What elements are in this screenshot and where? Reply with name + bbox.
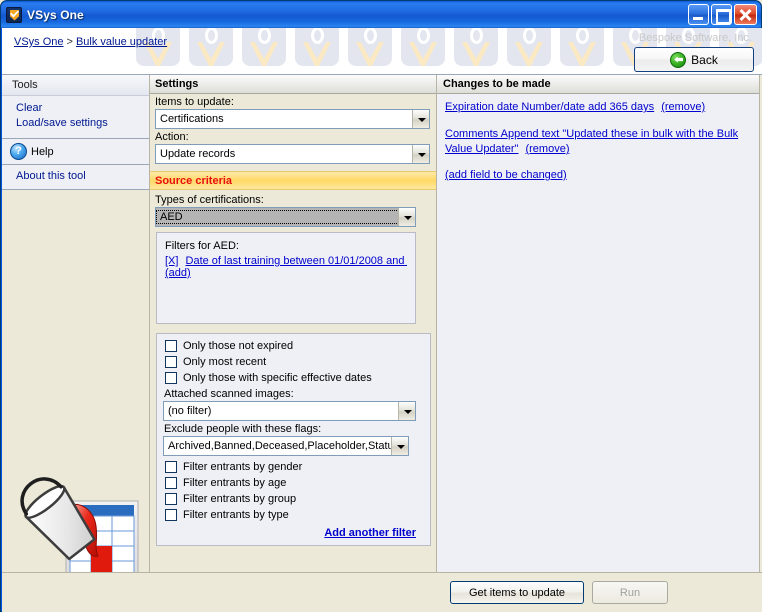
back-button[interactable]: Back: [634, 47, 754, 72]
breadcrumb-separator: >: [66, 36, 73, 48]
checkbox-label: Filter entrants by group: [183, 493, 297, 505]
checkbox-filter-by-gender[interactable]: [165, 461, 177, 473]
exclude-flags-label: Exclude people with these flags:: [164, 423, 322, 435]
checkbox-row-filter-by-age[interactable]: Filter entrants by age: [163, 475, 422, 491]
tools-links: Clear Load/save settings: [2, 96, 149, 138]
chevron-down-icon: [412, 110, 429, 128]
checkbox-filter-by-age[interactable]: [165, 477, 177, 489]
source-criteria-label: Source criteria: [155, 174, 233, 187]
types-of-certifications-label: Types of certifications:: [155, 194, 264, 206]
action-label: Action:: [155, 131, 189, 143]
change-remove-link[interactable]: (remove): [661, 101, 705, 113]
items-to-update-select[interactable]: Certifications: [155, 109, 430, 129]
chevron-down-icon: [412, 145, 429, 163]
add-field-to-be-changed-link[interactable]: (add field to be changed): [445, 169, 567, 181]
action-value: Update records: [160, 148, 236, 160]
checkbox-label: Filter entrants by type: [183, 509, 289, 521]
sidebar-link-load-save-settings[interactable]: Load/save settings: [16, 116, 139, 131]
changes-list: Expiration date Number/date add 365 days…: [437, 94, 762, 187]
help-label: Help: [31, 145, 54, 158]
footer-bar: Get items to update Run: [2, 572, 762, 612]
checkbox-label: Filter entrants by age: [183, 477, 287, 489]
filter-description-link[interactable]: Date of last training between 01/01/2008…: [186, 255, 407, 267]
sidebar: Tools Clear Load/save settings ? Help Ab…: [2, 74, 150, 612]
title-bar: VSys One: [1, 1, 761, 28]
exclude-flags-value: Archived,Banned,Deceased,Placeholder,Sta…: [168, 440, 391, 452]
checkbox-label: Filter entrants by gender: [183, 461, 303, 473]
checkbox-filter-by-type[interactable]: [165, 509, 177, 521]
add-another-filter-row: Add another filter: [163, 523, 422, 543]
close-button[interactable]: [734, 4, 757, 25]
run-button[interactable]: Run: [592, 581, 668, 604]
checkbox-row-only-most-recent[interactable]: Only most recent: [163, 354, 422, 370]
change-entry: Expiration date Number/date add 365 days…: [445, 100, 754, 115]
checkbox-row-only-not-expired[interactable]: Only those not expired: [163, 338, 422, 354]
checkbox-row-filter-by-gender[interactable]: Filter entrants by gender: [163, 459, 422, 475]
items-to-update-label: Items to update:: [155, 96, 234, 108]
filter-add-row: (add): [165, 267, 407, 279]
application-window: VSys One VSys One > Bulk value updater B…: [0, 0, 762, 612]
change-description-link[interactable]: Expiration date Number/date add 365 days: [445, 101, 654, 113]
types-of-certifications-select[interactable]: AED: [155, 207, 416, 227]
tools-panel: Tools Clear Load/save settings: [2, 74, 149, 139]
source-criteria-header: Source criteria: [150, 171, 436, 190]
tools-header: Tools: [2, 75, 149, 96]
window-title: VSys One: [27, 7, 84, 22]
app-check-badge-icon: [6, 6, 22, 23]
attached-scanned-images-label: Attached scanned images:: [164, 388, 294, 400]
change-remove-link[interactable]: (remove): [525, 143, 569, 155]
chevron-down-icon: [398, 402, 415, 420]
checkbox-row-specific-effective-dates[interactable]: Only those with specific effective dates: [163, 370, 422, 386]
filter-remove-link[interactable]: [X]: [165, 255, 178, 267]
changes-panel: Changes to be made Expiration date Numbe…: [436, 75, 762, 600]
chevron-down-icon: [398, 208, 415, 226]
breadcrumb-item-root[interactable]: VSys One: [14, 36, 64, 48]
window-controls: [688, 4, 757, 25]
checkbox-row-filter-by-type[interactable]: Filter entrants by type: [163, 507, 422, 523]
attached-scanned-images-select[interactable]: (no filter): [163, 401, 416, 421]
breadcrumb: VSys One > Bulk value updater: [14, 36, 167, 48]
help-row[interactable]: ? Help: [2, 139, 149, 165]
filter-add-link[interactable]: (add): [165, 267, 191, 279]
settings-panel: Settings Items to update: Certifications…: [150, 75, 436, 600]
checkbox-row-filter-by-group[interactable]: Filter entrants by group: [163, 491, 422, 507]
add-field-row: (add field to be changed): [445, 169, 754, 181]
checkbox-label: Only those with specific effective dates: [183, 372, 372, 384]
checkbox-specific-effective-dates[interactable]: [165, 372, 177, 384]
about-links: About this tool: [2, 165, 149, 189]
filters-title: Filters for AED:: [165, 240, 239, 252]
checkbox-only-not-expired[interactable]: [165, 340, 177, 352]
checkbox-only-most-recent[interactable]: [165, 356, 177, 368]
help-question-icon: ?: [10, 143, 27, 160]
change-entry: Comments Append text "Updated these in b…: [445, 127, 754, 157]
chevron-down-icon: [391, 437, 408, 455]
minimize-button[interactable]: [688, 4, 709, 25]
checkbox-label: Only those not expired: [183, 340, 294, 352]
change-description-link[interactable]: Comments Append text "Updated these in b…: [445, 128, 738, 155]
checkbox-label: Only most recent: [183, 356, 267, 368]
add-another-filter-link[interactable]: Add another filter: [324, 527, 416, 539]
get-items-to-update-button[interactable]: Get items to update: [450, 581, 584, 604]
changes-header: Changes to be made: [437, 75, 762, 94]
breadcrumb-item-current[interactable]: Bulk value updater: [76, 36, 167, 48]
sidebar-link-clear[interactable]: Clear: [16, 101, 139, 116]
sidebar-link-about-this-tool[interactable]: About this tool: [16, 169, 139, 184]
company-name: Bespoke Software, Inc.: [638, 32, 752, 44]
settings-header: Settings: [150, 75, 436, 94]
app-banner: VSys One > Bulk value updater Bespoke Soft…: [2, 28, 762, 75]
additional-filters-groupbox: Only those not expired Only most recent …: [156, 333, 431, 546]
client-area: VSys One > Bulk value updater Bespoke Soft…: [2, 28, 762, 612]
action-select[interactable]: Update records: [155, 144, 430, 164]
filters-groupbox: Filters for AED: [X] Date of last traini…: [156, 232, 416, 324]
filter-entry-row: [X] Date of last training between 01/01/…: [165, 255, 407, 267]
about-panel: About this tool: [2, 164, 149, 190]
maximize-button[interactable]: [711, 4, 732, 25]
exclude-flags-select[interactable]: Archived,Banned,Deceased,Placeholder,Sta…: [163, 436, 409, 456]
attached-scanned-images-value: (no filter): [168, 405, 212, 417]
items-to-update-value: Certifications: [160, 113, 224, 125]
back-arrow-icon: [670, 51, 687, 68]
back-button-label: Back: [691, 52, 718, 67]
types-of-certifications-value: AED: [156, 210, 399, 224]
checkbox-filter-by-group[interactable]: [165, 493, 177, 505]
